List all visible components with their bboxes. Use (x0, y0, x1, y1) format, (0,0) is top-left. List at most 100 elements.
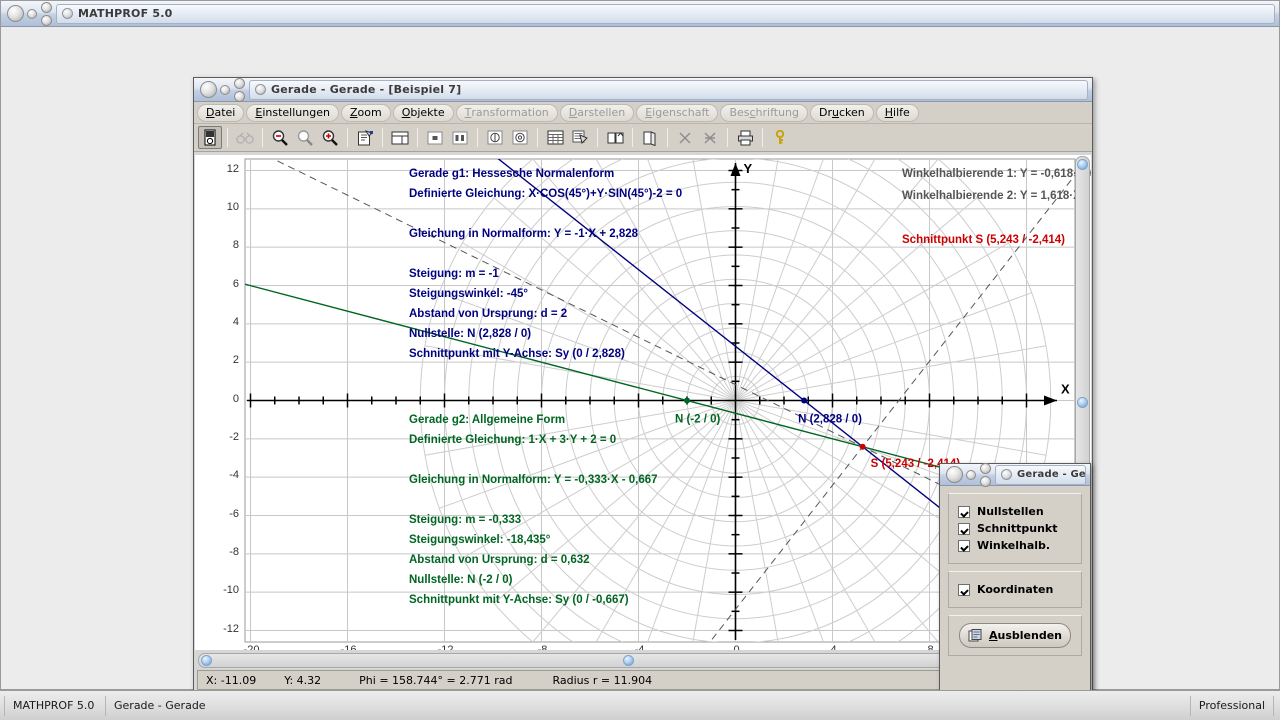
main-window-title: MATHPROF 5.0 (78, 7, 173, 20)
child-maximize-button[interactable] (234, 77, 245, 89)
toolbar-separator (262, 128, 263, 147)
toolbar-separator (382, 128, 383, 147)
main-window-title-plate: MATHPROF 5.0 (56, 3, 1275, 24)
zoom-in-icon[interactable] (318, 126, 342, 149)
palette-zoom-buttons[interactable] (980, 462, 991, 487)
zoom-icon[interactable] (293, 126, 317, 149)
menu-item-eigenschaft: Eigenschaft (636, 103, 719, 122)
palette-titlebar[interactable]: Gerade - Ger... (940, 462, 1090, 487)
checkbox-icon[interactable] (958, 505, 970, 518)
book-icon[interactable] (638, 126, 662, 149)
delete-icon[interactable] (673, 126, 697, 149)
close-button[interactable] (7, 5, 24, 22)
minimize-button[interactable] (27, 8, 37, 19)
delete-all-icon[interactable] (698, 126, 722, 149)
status-phi: Phi = 158.744° = 2.771 rad (359, 673, 513, 687)
svg-text:Gleichung in Normalform: Y = -: Gleichung in Normalform: Y = -1·X + 2,82… (409, 228, 639, 240)
maximize-button[interactable] (41, 1, 52, 13)
menu-item-datei[interactable]: Datei (197, 103, 245, 122)
axis-tick-label: -16 (340, 644, 357, 650)
vscroll-thumb[interactable] (1077, 397, 1088, 408)
child-close-button[interactable] (200, 81, 217, 98)
window-layout-icon[interactable] (388, 126, 412, 149)
hscroll-thumb-left[interactable] (201, 655, 212, 666)
menu-item-einstellungen[interactable]: Einstellungen (246, 103, 339, 122)
titlebar-filler (177, 5, 1274, 23)
palette-close-button[interactable] (946, 466, 963, 483)
checkbox-icon[interactable] (958, 583, 970, 596)
document-icon (255, 84, 266, 95)
toolbar-separator (477, 128, 478, 147)
svg-text:N (-2 / 0): N (-2 / 0) (675, 414, 721, 426)
restore-button[interactable] (41, 14, 52, 26)
checkbox-nullstellen[interactable]: Nullstellen (958, 505, 1074, 518)
child-minimize-button[interactable] (220, 84, 230, 95)
toolbar-separator (227, 128, 228, 147)
mathprof-main-window: MATHPROF 5.0 Gerade - Gerade - [Beispiel… (0, 0, 1280, 695)
svg-text:N (2,828 / 0): N (2,828 / 0) (798, 414, 862, 426)
horizontal-scrollbar[interactable] (198, 653, 1064, 668)
menu-item-zoom[interactable]: Zoom (340, 103, 391, 122)
toolbar-separator (347, 128, 348, 147)
zoom-out-icon[interactable] (268, 126, 292, 149)
menubar[interactable]: Datei Einstellungen Zoom Objekte Transformat… (194, 102, 1092, 124)
binoculars-icon[interactable] (233, 126, 257, 149)
axis-tick-label: -8 (537, 644, 548, 650)
checkbox-schnittpunkt[interactable]: Schnittpunkt (958, 522, 1074, 535)
svg-text:Abstand von Ursprung: d = 0,63: Abstand von Ursprung: d = 0,632 (409, 554, 590, 566)
axis-tick-label: -6 (229, 507, 239, 520)
checkbox-icon[interactable] (958, 522, 970, 535)
svg-text:Gerade g1: Hessesche Normalenf: Gerade g1: Hessesche Normalenform (409, 168, 614, 180)
menu-item-drucken[interactable]: Dr u cken (810, 103, 874, 122)
svg-text:Definierte Gleichung: X·COS(45: Definierte Gleichung: X·COS(45°)+Y·SIN(4… (409, 188, 682, 200)
vscroll-thumb-top[interactable] (1077, 159, 1088, 170)
svg-text:Schnittpunkt mit Y-Achse: Sy (: Schnittpunkt mit Y-Achse: Sy (0 / 2,828) (409, 348, 625, 360)
properties-icon[interactable] (353, 126, 377, 149)
axis-tick-label: 6 (232, 277, 239, 290)
module-icon[interactable] (198, 126, 222, 149)
dual-pane-icon[interactable] (448, 126, 472, 149)
palette-restore-button[interactable] (980, 475, 991, 487)
hscroll-thumb[interactable] (623, 655, 634, 666)
child-restore-button[interactable] (234, 90, 245, 102)
child-zoom-buttons[interactable] (234, 77, 245, 102)
palette-window-controls[interactable] (940, 462, 991, 487)
single-pane-icon[interactable] (423, 126, 447, 149)
main-window-controls[interactable] (1, 1, 52, 26)
child-window-controls[interactable] (194, 77, 245, 102)
table-icon[interactable] (543, 126, 567, 149)
svg-text:Steigung: m = -0,333: Steigung: m = -0,333 (409, 514, 521, 526)
axis-tick-label: -2 (229, 430, 239, 443)
main-window-titlebar[interactable]: MATHPROF 5.0 (1, 1, 1279, 27)
menu-item-objekte[interactable]: Objekte (392, 103, 454, 122)
palette-maximize-button[interactable] (980, 462, 991, 474)
status-y: Y: 4.32 (284, 673, 322, 687)
info-circle-icon[interactable] (483, 126, 507, 149)
svg-text:Schnittpunkt S (5,243 / -2,414: Schnittpunkt S (5,243 / -2,414) (902, 234, 1065, 246)
axis-tick-label: 2 (232, 354, 239, 367)
checkbox-winkelhalb[interactable]: Winkelhalb. (958, 539, 1074, 552)
checkbox-icon[interactable] (958, 539, 970, 552)
svg-text:Winkelhalbierende 2: Y = 1,618: Winkelhalbierende 2: Y = 1,618·X - 10,89… (902, 190, 1091, 202)
checkbox-koordinaten[interactable]: Koordinaten (958, 583, 1074, 596)
child-window-titlebar[interactable]: Gerade - Gerade - [Beispiel 7] (194, 77, 1092, 102)
toolbar-separator (667, 128, 668, 147)
axis-tick-label: 4 (830, 644, 837, 650)
target-circle-icon[interactable] (508, 126, 532, 149)
menu-item-hilfe[interactable]: Hilfe (875, 103, 919, 122)
axis-tick-label: 10 (226, 200, 239, 213)
export-icon[interactable] (603, 126, 627, 149)
svg-text:Schnittpunkt mit Y-Achse: Sy (: Schnittpunkt mit Y-Achse: Sy (0 / -0,667… (409, 594, 629, 606)
help-key-icon[interactable] (768, 126, 792, 149)
toolbar[interactable] (194, 124, 1092, 152)
zoom-buttons[interactable] (41, 1, 52, 26)
copy-table-icon[interactable] (568, 126, 592, 149)
axis-tick-label: 12 (226, 162, 239, 175)
ausblenden-button[interactable]: Ausblenden (959, 623, 1071, 648)
palette-minimize-button[interactable] (966, 469, 976, 480)
axis-tick-label: 0 (232, 392, 239, 405)
mdi-client-area: Gerade - Gerade - [Beispiel 7] Datei Eins… (1, 27, 1279, 695)
checkbox-label: Nullstellen (977, 505, 1044, 518)
print-icon[interactable] (733, 126, 757, 149)
svg-text:Definierte Gleichung: 1·X + 3·: Definierte Gleichung: 1·X + 3·Y + 2 = 0 (409, 434, 616, 446)
